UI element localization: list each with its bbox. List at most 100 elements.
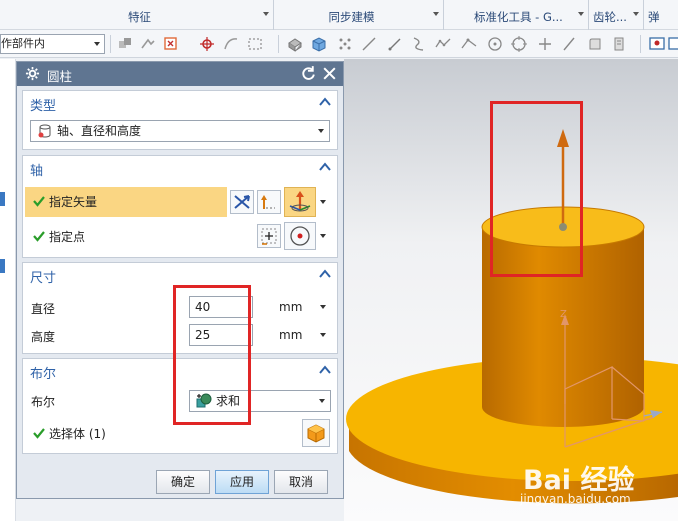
chevron-up-icon[interactable] xyxy=(318,95,332,109)
circle-icon[interactable] xyxy=(510,35,528,53)
cancel-button[interactable]: 取消 xyxy=(274,470,328,494)
chevron-up-icon[interactable] xyxy=(318,267,332,281)
point-dialog-icon[interactable] xyxy=(257,224,281,248)
grid-point-icon[interactable] xyxy=(336,35,354,53)
check-icon xyxy=(33,427,45,439)
toolbar-divider xyxy=(640,35,641,53)
inferred-point-icon[interactable] xyxy=(284,222,316,250)
annotation-box-parameters xyxy=(173,285,251,425)
assembly-icon[interactable] xyxy=(116,35,134,53)
ribbon-group-label: 齿轮... xyxy=(593,10,627,24)
chevron-down-icon[interactable] xyxy=(314,391,330,411)
chevron-down-icon[interactable] xyxy=(315,297,331,317)
navigator-marker xyxy=(0,259,5,273)
height-unit: mm xyxy=(279,328,303,342)
close-icon[interactable] xyxy=(321,65,338,82)
navigator-marker xyxy=(0,192,5,206)
reverse-direction-icon[interactable] xyxy=(230,190,254,214)
curve-snap-icon[interactable] xyxy=(222,35,240,53)
type-select[interactable]: 轴、直径和高度 xyxy=(30,120,330,142)
chevron-down-icon[interactable] xyxy=(313,121,329,141)
section-header[interactable]: 类型 xyxy=(23,91,337,114)
gear-icon[interactable] xyxy=(25,66,40,81)
section-type: 类型 轴、直径和高度 xyxy=(22,90,338,150)
reset-icon[interactable] xyxy=(300,65,317,82)
ok-button[interactable]: 确定 xyxy=(156,470,210,494)
diagonal-icon[interactable] xyxy=(386,35,404,53)
dialog-titlebar[interactable]: 圆柱 xyxy=(17,62,343,86)
ribbon-group-features[interactable]: 特征 xyxy=(0,0,274,30)
plus-icon[interactable] xyxy=(536,35,554,53)
section-header[interactable]: 尺寸 xyxy=(23,263,337,286)
specify-point-row[interactable]: 指定点 xyxy=(23,222,337,250)
boolean-label: 布尔 xyxy=(31,395,56,409)
apply-button[interactable]: 应用 xyxy=(215,470,269,494)
section-title: 布尔 xyxy=(30,367,57,382)
dialog-title: 圆柱 xyxy=(47,69,73,84)
cylinder-type-icon xyxy=(37,123,53,139)
inferred-vector-icon[interactable] xyxy=(284,187,316,217)
section-axis: 轴 指定矢量 指定点 xyxy=(22,155,338,258)
quarter-icon[interactable] xyxy=(586,35,604,53)
layout-icon[interactable] xyxy=(668,35,678,53)
polyline-icon[interactable] xyxy=(434,35,452,53)
select-body-label: 选择体 (1) xyxy=(49,427,106,441)
bookmark-icon[interactable] xyxy=(610,35,628,53)
specify-vector-row[interactable]: 指定矢量 xyxy=(23,187,337,217)
vector-dialog-icon[interactable] xyxy=(257,190,281,214)
diameter-unit: mm xyxy=(279,300,303,314)
circle-center-icon[interactable] xyxy=(486,35,504,53)
point-snap-icon[interactable] xyxy=(198,35,216,53)
diameter-label: 直径 xyxy=(31,302,56,316)
cylinder-dialog: 圆柱 类型 轴、直径和高度 轴 指定矢量 指定点 尺寸 直径 40 mm 高度 … xyxy=(16,61,344,499)
toolbar-divider xyxy=(278,35,279,53)
line-icon[interactable] xyxy=(360,35,378,53)
section-title: 类型 xyxy=(30,99,57,114)
section-title: 轴 xyxy=(30,164,44,179)
selection-toolbar: 工作部件内 xyxy=(0,30,678,58)
snap-icon[interactable] xyxy=(139,35,157,53)
select-filter-icon[interactable] xyxy=(162,35,180,53)
specify-vector-label: 指定矢量 xyxy=(49,195,98,209)
ribbon-group-label: 标准化工具 - G... xyxy=(474,10,563,24)
selection-scope-value: 工作部件内 xyxy=(0,37,45,50)
slash-icon[interactable] xyxy=(560,35,578,53)
box-select-icon[interactable] xyxy=(246,35,264,53)
chevron-down-icon[interactable] xyxy=(433,12,439,16)
chevron-down-icon[interactable] xyxy=(263,12,269,16)
selection-scope-combo[interactable]: 工作部件内 xyxy=(0,34,105,54)
type-select-value: 轴、直径和高度 xyxy=(57,124,142,138)
section-title: 尺寸 xyxy=(30,271,57,286)
chevron-down-icon[interactable] xyxy=(90,35,104,53)
view-icon[interactable] xyxy=(648,35,666,53)
specify-point-label: 指定点 xyxy=(49,230,86,244)
toolbar-divider xyxy=(110,35,111,53)
chevron-down-icon[interactable] xyxy=(578,12,584,16)
chevron-up-icon[interactable] xyxy=(318,160,332,174)
ribbon: 特征 同步建模 标准化工具 - G... 齿轮... 弹簧... xyxy=(0,0,678,58)
ribbon-group-standard-tools[interactable]: 标准化工具 - G... xyxy=(444,0,589,30)
spline-icon[interactable] xyxy=(410,35,428,53)
polyline-point-icon[interactable] xyxy=(460,35,478,53)
chevron-down-icon[interactable] xyxy=(633,12,639,16)
ribbon-group-sync-modeling[interactable]: 同步建模 xyxy=(274,0,444,30)
cube-icon[interactable] xyxy=(310,35,328,53)
solid-icon[interactable] xyxy=(286,35,304,53)
ribbon-group-gears[interactable]: 齿轮... xyxy=(589,0,644,30)
chevron-down-icon[interactable] xyxy=(315,325,331,345)
chevron-down-icon[interactable] xyxy=(317,190,329,214)
check-icon xyxy=(33,230,45,242)
chevron-up-icon[interactable] xyxy=(318,363,332,377)
height-unit-select[interactable]: mm xyxy=(253,324,331,346)
ribbon-group-label: 特征 xyxy=(128,10,151,24)
ribbon-group-label: 同步建模 xyxy=(328,10,375,24)
navigator-strip[interactable] xyxy=(0,59,16,521)
select-body-icon[interactable] xyxy=(302,419,330,447)
watermark-url: jingyan.baidu.com xyxy=(520,492,631,506)
section-header[interactable]: 轴 xyxy=(23,156,337,179)
height-label: 高度 xyxy=(31,330,56,344)
check-icon xyxy=(33,195,45,207)
diameter-unit-select[interactable]: mm xyxy=(253,296,331,318)
chevron-down-icon[interactable] xyxy=(317,224,329,248)
ribbon-group-springs[interactable]: 弹簧... xyxy=(644,0,678,58)
